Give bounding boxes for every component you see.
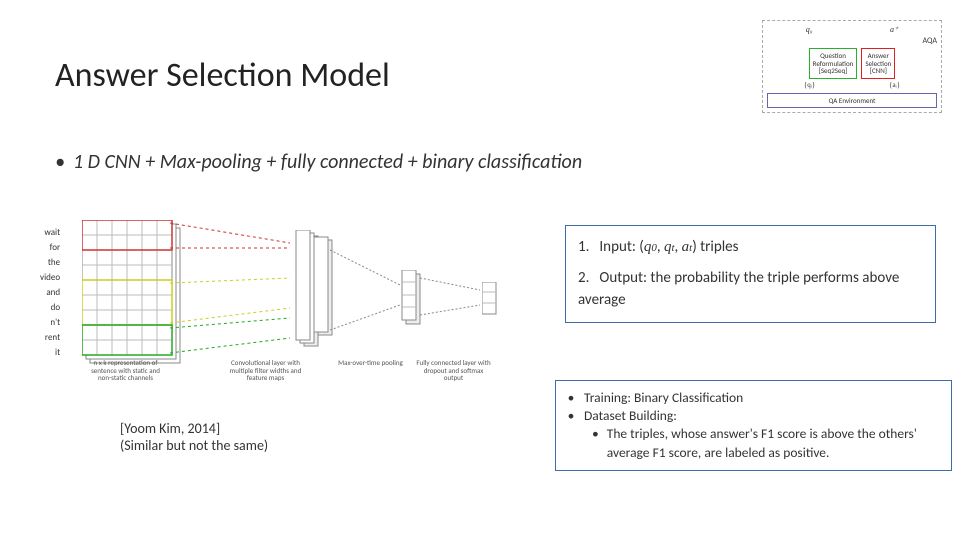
word: for — [40, 240, 60, 255]
aqa-inset-diagram: q₀ a⁺ AQA Question Reformulation [Seq2Se… — [762, 20, 942, 113]
word: it — [40, 345, 60, 360]
cnn-figure: wait for the video and do n't rent it — [40, 200, 530, 380]
citation: [Yoom Kim, 2014] (Similar but not the sa… — [120, 420, 268, 454]
pool-lines — [330, 230, 410, 360]
figure-caption-3: Max-over-time pooling — [333, 359, 408, 382]
aqa-environment-box: QA Environment — [767, 93, 937, 108]
aqa-label: AQA — [767, 36, 937, 46]
io-box: 1. Input: (q0, qt, at) triples 2. Output… — [565, 225, 936, 323]
slide: Answer Selection Model q₀ a⁺ AQA Questio… — [0, 0, 960, 540]
word: rent — [40, 330, 60, 345]
aqa-ai: {aᵢ} — [889, 81, 900, 89]
bullet-dot: • — [55, 150, 65, 174]
aqa-qi: {qᵢ} — [804, 81, 815, 89]
word: and — [40, 285, 60, 300]
io1-s1: , — [657, 238, 664, 256]
main-bullet: • 1 D CNN + Max-pooling + fully connecte… — [55, 150, 582, 174]
io1-suffix: ) triples — [692, 238, 738, 256]
citation-line-2: (Similar but not the same) — [120, 437, 268, 454]
io-line-2: 2. Output: the probability the triple pe… — [578, 267, 923, 312]
sentence-matrix — [82, 220, 184, 373]
aqa-q0: q₀ — [806, 25, 813, 34]
word: do — [40, 300, 60, 315]
figure-caption-2: Convolutional layer with multiple filter… — [228, 359, 303, 382]
input-words: wait for the video and do n't rent it — [40, 225, 60, 360]
figure-caption-1: n x k representation of sentence with st… — [88, 359, 163, 382]
aqa-as-l3: [CNN] — [865, 67, 891, 75]
io1-prefix: Input: ( — [599, 238, 643, 256]
word: the — [40, 255, 60, 270]
training-box: •Training: Binary Classification •Datase… — [555, 380, 952, 471]
figure-caption-4: Fully connected layer with dropout and s… — [416, 359, 491, 382]
aqa-aplus: a⁺ — [890, 25, 898, 34]
aqa-qr-l3: [Seq2Seq] — [813, 67, 854, 75]
training-item-2: Dataset Building: — [584, 407, 677, 425]
io1-s2: , — [675, 238, 682, 256]
training-item-1: Training: Binary Classification — [584, 389, 743, 407]
fc-output — [482, 282, 500, 323]
io2-text: Output: the probability the triple perfo… — [578, 269, 899, 310]
page-title: Answer Selection Model — [55, 55, 390, 96]
citation-line-1: [Yoom Kim, 2014] — [120, 420, 268, 437]
io-line-1: 1. Input: (q0, qt, at) triples — [578, 236, 923, 259]
fc-lines — [420, 270, 490, 330]
aqa-answer-selection-box: Answer Selection [CNN] — [861, 48, 895, 79]
aqa-question-reformulation-box: Question Reformulation [Seq2Seq] — [809, 48, 858, 79]
word: n't — [40, 315, 60, 330]
main-bullet-text: 1 D CNN + Max-pooling + fully connected … — [73, 150, 582, 174]
training-sub: The triples, whose answer's F1 score is … — [607, 425, 941, 461]
word: video — [40, 270, 60, 285]
word: wait — [40, 225, 60, 240]
